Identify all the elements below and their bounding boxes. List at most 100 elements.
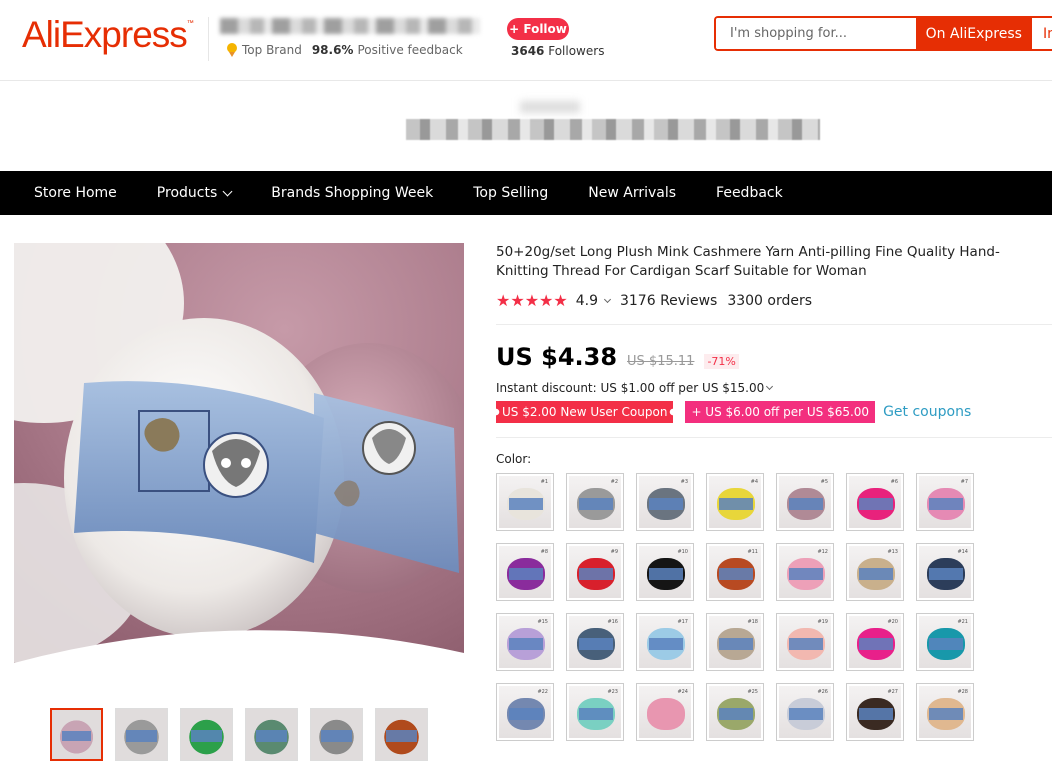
color-swatch[interactable]: #11: [706, 543, 764, 601]
swatch-image: #27: [849, 686, 901, 738]
nav-label: Products: [156, 185, 218, 201]
color-swatch[interactable]: #10: [636, 543, 694, 601]
followers-count: 3646 Followers: [511, 44, 604, 58]
thumbnail-band: [386, 730, 417, 742]
new-user-coupon[interactable]: US $2.00 New User Coupon: [496, 401, 673, 423]
color-swatch[interactable]: #15: [496, 613, 554, 671]
swatch-number: #27: [887, 689, 898, 695]
color-swatch[interactable]: #18: [706, 613, 764, 671]
yarn-label-band: [719, 638, 753, 650]
color-swatch[interactable]: #25: [706, 683, 764, 741]
swatch-number: #10: [677, 549, 688, 555]
swatch-number: #11: [747, 549, 758, 555]
search-input[interactable]: [716, 18, 916, 49]
yarn-label-band: [719, 568, 753, 580]
product-info: 50+20g/set Long Plush Mink Cashmere Yarn…: [496, 243, 1052, 741]
swatch-number: #3: [680, 479, 688, 485]
thumbnail-4[interactable]: [245, 708, 298, 761]
rating-score[interactable]: 4.9: [576, 293, 598, 309]
yarn-label-band: [509, 568, 543, 580]
swatch-number: #26: [817, 689, 828, 695]
follow-button[interactable]: + Follow: [507, 18, 569, 40]
yarn-label-band: [649, 638, 683, 650]
nav-label: Top Selling: [473, 185, 549, 201]
aliexpress-logo[interactable]: AliExpress™: [22, 14, 194, 56]
color-swatch[interactable]: #12: [776, 543, 834, 601]
color-swatch[interactable]: #17: [636, 613, 694, 671]
reviews-count[interactable]: 3176 Reviews: [620, 293, 717, 309]
product-main-image[interactable]: [14, 243, 464, 675]
color-swatch[interactable]: #2: [566, 473, 624, 531]
store-coupon[interactable]: + US $6.00 off per US $65.00: [685, 401, 876, 423]
swatch-number: #6: [890, 479, 898, 485]
swatch-number: #22: [537, 689, 548, 695]
yarn-label-band: [859, 638, 893, 650]
color-swatch[interactable]: #21: [916, 613, 974, 671]
yarn-label-band: [579, 568, 613, 580]
color-swatch[interactable]: #20: [846, 613, 904, 671]
color-swatch[interactable]: #1: [496, 473, 554, 531]
nav-label: New Arrivals: [588, 185, 677, 201]
color-swatch[interactable]: #19: [776, 613, 834, 671]
followers-label: Followers: [548, 44, 605, 58]
instant-discount[interactable]: Instant discount: US $1.00 off per US $1…: [496, 381, 1052, 395]
color-swatch[interactable]: #6: [846, 473, 904, 531]
swatch-image: #24: [639, 686, 691, 738]
color-swatch[interactable]: #27: [846, 683, 904, 741]
yarn-label-band: [929, 498, 963, 510]
color-swatch[interactable]: #13: [846, 543, 904, 601]
color-swatch[interactable]: #22: [496, 683, 554, 741]
divider: [496, 437, 1052, 438]
color-swatch[interactable]: #26: [776, 683, 834, 741]
thumbnail-3[interactable]: [180, 708, 233, 761]
yarn-label-band: [509, 638, 543, 650]
nav-top-selling[interactable]: Top Selling: [453, 185, 568, 201]
swatch-number: #19: [817, 619, 828, 625]
swatch-image: #25: [709, 686, 761, 738]
color-swatch[interactable]: #9: [566, 543, 624, 601]
yarn-label-band: [789, 498, 823, 510]
thumbnail-5[interactable]: [310, 708, 363, 761]
search-in-store-button[interactable]: In: [1032, 18, 1052, 49]
color-swatch[interactable]: #24: [636, 683, 694, 741]
swatch-number: #20: [887, 619, 898, 625]
yarn-label-band: [929, 568, 963, 580]
search-on-aliexpress-button[interactable]: On AliExpress: [915, 18, 1032, 49]
swatch-image: #18: [709, 616, 761, 668]
yarn-label-band: [859, 708, 893, 720]
nav-store-home[interactable]: Store Home: [0, 185, 137, 201]
thumbnail-6[interactable]: [375, 708, 428, 761]
nav-products[interactable]: Products: [137, 185, 251, 201]
color-swatch[interactable]: #8: [496, 543, 554, 601]
color-swatch[interactable]: #5: [776, 473, 834, 531]
color-swatch[interactable]: #16: [566, 613, 624, 671]
chevron-down-icon[interactable]: [603, 295, 612, 303]
color-swatch[interactable]: #7: [916, 473, 974, 531]
color-swatch[interactable]: #28: [916, 683, 974, 741]
yarn-label-band: [929, 638, 963, 650]
color-swatch[interactable]: #23: [566, 683, 624, 741]
thumbnail-2[interactable]: [115, 708, 168, 761]
yarn-label-band: [579, 708, 613, 720]
yarn-ball: [647, 698, 685, 730]
thumbnail-1[interactable]: [50, 708, 103, 761]
color-swatch[interactable]: #3: [636, 473, 694, 531]
swatch-image: #22: [499, 686, 551, 738]
yarn-label-band: [789, 638, 823, 650]
color-swatch[interactable]: #4: [706, 473, 764, 531]
nav-brands-shopping-week[interactable]: Brands Shopping Week: [251, 185, 453, 201]
nav-new-arrivals[interactable]: New Arrivals: [568, 185, 696, 201]
nav-feedback[interactable]: Feedback: [696, 185, 803, 201]
swatch-number: #16: [607, 619, 618, 625]
swatch-image: #2: [569, 476, 621, 528]
color-swatch[interactable]: #14: [916, 543, 974, 601]
swatch-image: #26: [779, 686, 831, 738]
star-rating-icon: ★★★★★: [496, 291, 568, 310]
coupon-row: US $2.00 New User Coupon + US $6.00 off …: [496, 401, 1052, 423]
swatch-image: #16: [569, 616, 621, 668]
get-coupons-link[interactable]: Get coupons: [883, 404, 971, 420]
thumbnail-band: [191, 730, 222, 742]
swatch-image: #3: [639, 476, 691, 528]
swatch-number: #9: [610, 549, 618, 555]
color-swatch-grid: #1 #2 #3 #4 #5 #6 #7 #8 #9 #10 #11 #12 #13 #14 #15 #16 #…: [496, 473, 1052, 741]
